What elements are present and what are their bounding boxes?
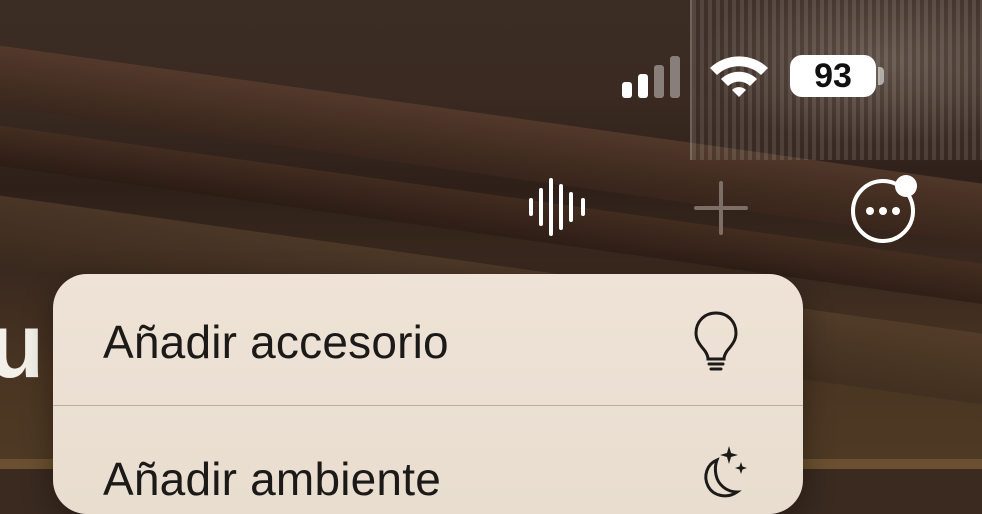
signal-bar-3 [654, 65, 664, 98]
battery-level: 93 [814, 56, 852, 95]
menu-item-add-accessory[interactable]: Añadir accesorio [53, 274, 803, 404]
menu-item-label: Añadir accesorio [103, 316, 449, 368]
battery-icon: 93 [790, 55, 876, 97]
lightbulb-icon [694, 311, 738, 371]
page-title: u [0, 295, 45, 397]
battery-tip [878, 67, 884, 85]
signal-bar-1 [622, 82, 632, 98]
add-menu: Añadir accesorio Añadir ambiente [53, 274, 803, 514]
more-options-button[interactable] [850, 174, 920, 244]
notification-badge [895, 175, 917, 197]
cellular-signal-icon [622, 54, 688, 98]
wifi-icon [710, 56, 768, 97]
menu-item-label: Añadir ambiente [103, 453, 441, 505]
menu-item-add-scene[interactable]: Añadir ambiente [53, 406, 803, 514]
waveform-icon[interactable] [527, 174, 589, 240]
signal-bar-2 [638, 74, 648, 98]
plus-icon[interactable] [693, 180, 749, 236]
signal-bar-4 [670, 56, 680, 98]
moon-stars-icon [704, 446, 747, 498]
